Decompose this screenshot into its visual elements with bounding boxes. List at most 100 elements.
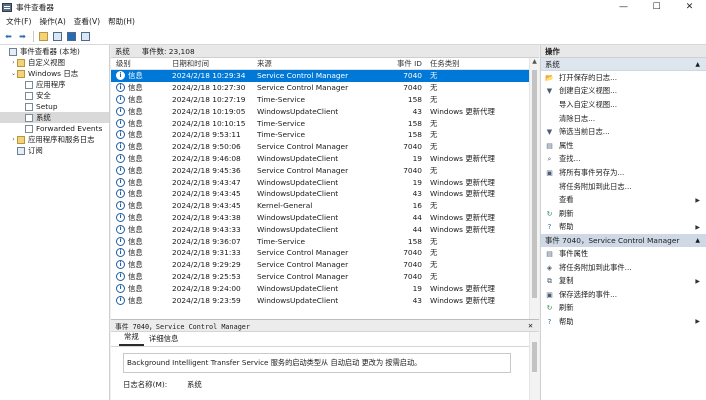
table-row[interactable]: i 信息 2024/2/18 9:46:08 WindowsUpdateClient 1…: [111, 153, 539, 165]
action-item[interactable]: 将任务附加到此日志...: [541, 180, 706, 194]
table-row[interactable]: i 信息 2024/2/18 10:27:30 Service Control Man…: [111, 82, 539, 94]
scroll-thumb[interactable]: [532, 70, 537, 298]
back-arrow-icon[interactable]: ⬅: [2, 31, 15, 43]
cell-event-id: 19: [412, 177, 422, 187]
action-item[interactable]: ⌕ 查找...: [541, 153, 706, 167]
table-row[interactable]: i 信息 2024/2/18 9:53:11 Time-Service 158 无: [111, 129, 539, 141]
folder-icon: [17, 135, 25, 144]
action-item[interactable]: 导入自定义视图...: [541, 98, 706, 112]
log-name-field: 日志名称(M): 系统: [123, 379, 539, 390]
actions-section-log[interactable]: 系统 ▲: [541, 58, 706, 71]
table-row[interactable]: i 信息 2024/2/18 10:29:34 Service Control Man…: [111, 70, 539, 82]
scroll-up-icon[interactable]: ▲: [530, 58, 539, 68]
column-date[interactable]: 日期和时间: [169, 58, 254, 69]
tree-item[interactable]: 事件查看器 (本地): [0, 46, 109, 57]
table-row[interactable]: i 信息 2024/2/18 9:25:53 Service Control Mana…: [111, 271, 539, 283]
action-item[interactable]: ▼ 创建自定义视图...: [541, 85, 706, 99]
column-category[interactable]: 任务类别: [427, 58, 539, 69]
action-item[interactable]: ▤ 事件属性: [541, 247, 706, 261]
column-level[interactable]: 级别: [111, 58, 169, 69]
forward-arrow-icon[interactable]: ➡: [16, 31, 29, 43]
submenu-arrow-icon: ▶: [695, 223, 700, 231]
navigation-tree: 事件查看器 (本地) › 自定义视图 ⌄ Windows 日志 应用程序 安全 Setup 系统…: [0, 45, 110, 400]
tab-general[interactable]: 常规: [119, 331, 144, 346]
cell-source: Time-Service: [257, 94, 306, 104]
column-source[interactable]: 来源: [254, 58, 365, 69]
menu-help[interactable]: 帮助(H): [104, 16, 139, 27]
level-text: 信息: [128, 165, 143, 175]
action-item[interactable]: 查看 ▶: [541, 193, 706, 207]
action-item[interactable]: ◈ 将任务附加到此事件...: [541, 261, 706, 275]
action-item[interactable]: ⧉ 复制 ▶: [541, 274, 706, 288]
table-row[interactable]: i 信息 2024/2/18 9:24:00 WindowsUpdateClient 1…: [111, 282, 539, 294]
table-row[interactable]: i 信息 2024/2/18 9:29:29 Service Control Mana…: [111, 259, 539, 271]
table-row[interactable]: i 信息 2024/2/18 9:23:59 WindowsUpdateClient 4…: [111, 294, 539, 306]
action-item[interactable]: 清除日志...: [541, 112, 706, 126]
action-label: 属性: [559, 140, 574, 150]
cell-category: Windows 更新代理: [430, 283, 495, 293]
tree-item[interactable]: › 自定义视图: [0, 57, 109, 68]
event-count: 事件数: 23,108: [141, 46, 195, 56]
action-item[interactable]: ▼ 筛选当前日志...: [541, 125, 706, 139]
action-item[interactable]: ↻ 刷新: [541, 207, 706, 221]
maximize-button[interactable]: ☐: [640, 0, 673, 14]
table-row[interactable]: i 信息 2024/2/18 9:43:45 WindowsUpdateClient 4…: [111, 188, 539, 200]
tree-item[interactable]: 应用程序: [0, 79, 109, 90]
action-item[interactable]: ▤ 属性: [541, 139, 706, 153]
close-icon[interactable]: ✕: [528, 321, 533, 330]
table-row[interactable]: i 信息 2024/2/18 10:19:05 WindowsUpdateClient…: [111, 105, 539, 117]
event-list-scrollbar[interactable]: ▲: [529, 58, 539, 319]
clear-log-icon: [545, 114, 554, 123]
action-item[interactable]: ↻ 刷新: [541, 302, 706, 316]
close-button[interactable]: ✕: [673, 0, 706, 14]
table-row[interactable]: i 信息 2024/2/18 9:43:33 WindowsUpdateClient 4…: [111, 223, 539, 235]
tree-item[interactable]: Setup: [0, 101, 109, 112]
action-label: 创建自定义视图...: [559, 86, 618, 96]
collapsed-icon[interactable]: ›: [10, 136, 17, 143]
action-item[interactable]: ? 帮助 ▶: [541, 315, 706, 329]
action-item[interactable]: ▣ 保存选择的事件...: [541, 288, 706, 302]
actions-section-event[interactable]: 事件 7040，Service Control Manager ▲: [541, 234, 706, 248]
tree-item[interactable]: 订阅: [0, 145, 109, 156]
detail-tabs: 常规 详细信息: [111, 332, 539, 347]
tree-item[interactable]: 系统: [0, 112, 109, 123]
table-row[interactable]: i 信息 2024/2/18 9:43:47 WindowsUpdateClient 1…: [111, 176, 539, 188]
up-folder-icon[interactable]: [37, 31, 50, 43]
tree-item[interactable]: › 应用程序和服务日志: [0, 134, 109, 145]
menu-file[interactable]: 文件(F): [2, 16, 35, 27]
show-action-pane-icon[interactable]: [79, 31, 92, 43]
menu-view[interactable]: 查看(V): [70, 16, 104, 27]
action-item[interactable]: ? 帮助 ▶: [541, 221, 706, 235]
event-detail-pane: 事件 7040，Service Control Manager ✕ 常规 详细信…: [111, 320, 539, 400]
cell-event-id: 7040: [403, 260, 422, 270]
collapse-icon[interactable]: ▲: [695, 237, 700, 244]
refresh-icon: ↻: [546, 209, 553, 218]
show-hide-tree-icon[interactable]: [51, 31, 64, 43]
expanded-icon[interactable]: ⌄: [10, 70, 17, 77]
detail-scrollbar[interactable]: [529, 332, 539, 400]
tab-details[interactable]: 详细信息: [144, 333, 184, 346]
action-item[interactable]: ▣ 将所有事件另存为...: [541, 166, 706, 180]
table-row[interactable]: i 信息 2024/2/18 10:10:15 Time-Service 158 无: [111, 117, 539, 129]
tree-item[interactable]: Forwarded Events: [0, 123, 109, 134]
minimize-button[interactable]: —: [607, 0, 640, 14]
help-icon[interactable]: [65, 31, 78, 43]
action-item[interactable]: 📂 打开保存的日志...: [541, 71, 706, 85]
table-row[interactable]: i 信息 2024/2/18 9:36:07 Time-Service 158 无: [111, 235, 539, 247]
detail-scroll-thumb[interactable]: [532, 342, 537, 372]
table-row[interactable]: i 信息 2024/2/18 9:45:36 Service Control Mana…: [111, 164, 539, 176]
collapse-icon[interactable]: ▲: [695, 61, 700, 68]
table-row[interactable]: i 信息 2024/2/18 9:31:33 Service Control Mana…: [111, 247, 539, 259]
tree-item-label: 应用程序和服务日志: [28, 135, 95, 144]
table-row[interactable]: i 信息 2024/2/18 10:27:19 Time-Service 158 无: [111, 94, 539, 106]
tree-item[interactable]: ⌄ Windows 日志: [0, 68, 109, 79]
collapsed-icon[interactable]: ›: [10, 59, 17, 66]
cell-category: 无: [430, 130, 438, 140]
tree-item[interactable]: 安全: [0, 90, 109, 101]
cell-category: 无: [430, 236, 438, 246]
menu-action[interactable]: 操作(A): [35, 16, 69, 27]
table-row[interactable]: i 信息 2024/2/18 9:50:06 Service Control Mana…: [111, 141, 539, 153]
column-event-id[interactable]: 事件 ID: [365, 58, 427, 69]
table-row[interactable]: i 信息 2024/2/18 9:43:38 WindowsUpdateClient 4…: [111, 212, 539, 224]
table-row[interactable]: i 信息 2024/2/18 9:43:45 Kernel-General 16 无: [111, 200, 539, 212]
